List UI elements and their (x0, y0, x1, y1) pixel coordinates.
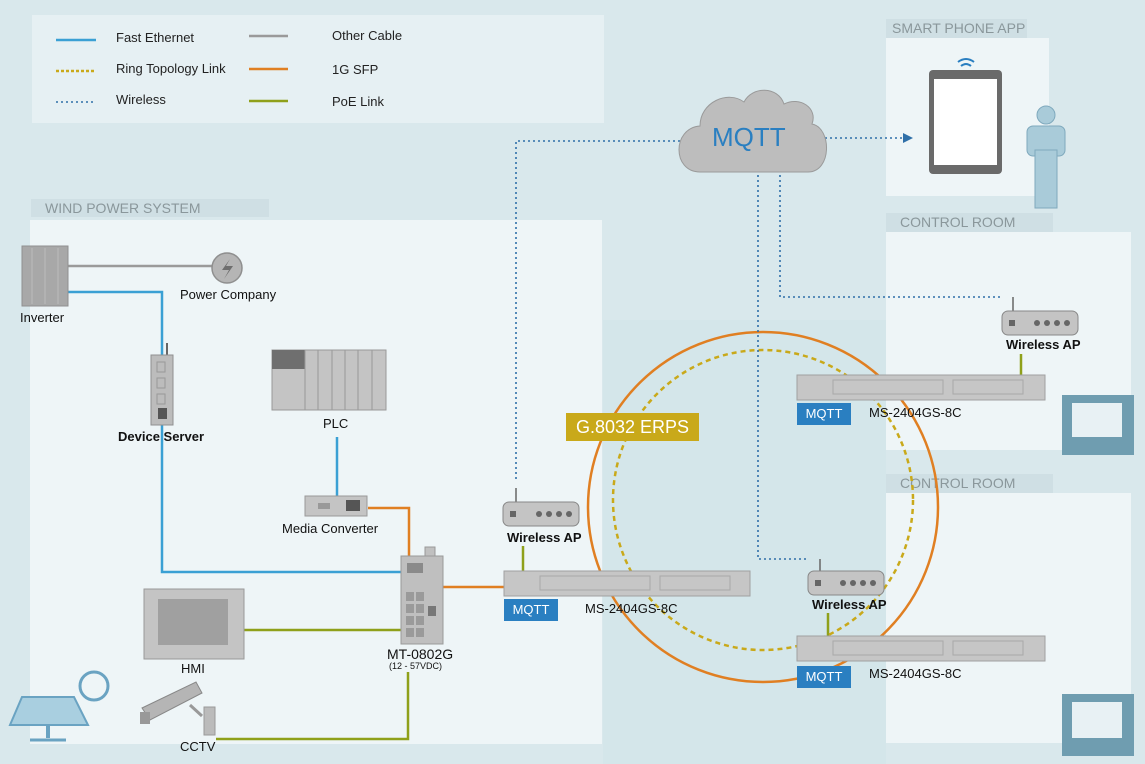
wireless-ap-1-label: Wireless AP (507, 530, 582, 545)
mqtt-badge-2: MQTT (797, 403, 851, 425)
legend-fast-ethernet: Fast Ethernet (116, 30, 195, 45)
ms-switch-3-label: MS-2404GS-8C (869, 666, 962, 681)
ms-switch-3-icon (796, 635, 1046, 662)
lightning-icon (211, 252, 243, 284)
legend-1g-sfp: 1G SFP (332, 62, 379, 77)
hmi-label: HMI (181, 661, 205, 676)
legend-other-cable: Other Cable (332, 28, 403, 43)
mt-0802g-switch-icon (400, 546, 444, 645)
inverter-label: Inverter (20, 310, 65, 325)
network-diagram (8, 34, 1134, 764)
link-cctv-mt (216, 672, 410, 741)
plc-label: PLC (323, 416, 349, 431)
erps-label: G.8032 ERPS (566, 413, 700, 441)
control-room-2-icon (1062, 694, 1134, 756)
cctv-icon (140, 681, 216, 736)
hmi-icon (143, 588, 245, 660)
media-converter-icon (304, 495, 368, 517)
media-converter-label: Media Converter (282, 521, 379, 536)
mqtt-badge-3: MQTT (797, 666, 851, 688)
mqtt-badge-1: MQTT (504, 599, 558, 621)
device-server-label: Device Server (118, 429, 205, 444)
mqtt-cloud-label: MQTT (712, 122, 786, 152)
ms-switch-2-label: MS-2404GS-8C (869, 405, 962, 420)
legend-poe: PoE Link (332, 94, 385, 109)
arrow-icon (903, 133, 913, 143)
person-icon (1026, 105, 1066, 209)
ms-switch-1-label: MS-2404GS-8C (585, 601, 678, 616)
wireless-cloud-ap2 (779, 175, 1000, 298)
power-company-label: Power Company (180, 287, 277, 302)
wireless-ap-3-label: Wireless AP (812, 597, 887, 612)
inverter-icon (21, 245, 69, 307)
ms-switch-1-icon (503, 570, 751, 597)
ms-switch-2-icon (796, 374, 1046, 401)
legend-ring-topology: Ring Topology Link (116, 61, 226, 76)
cctv-label: CCTV (180, 739, 216, 754)
wireless-ap-2-icon (1001, 297, 1079, 336)
wireless-ap-1-icon (502, 488, 580, 527)
legend-wireless: Wireless (116, 92, 166, 107)
device-server-icon (150, 343, 174, 426)
plc-icon (271, 349, 387, 411)
control-room-1-icon (1062, 395, 1134, 455)
solar-panel-icon (8, 670, 110, 742)
mt-switch-label: MT-0802G (387, 646, 454, 662)
mt-switch-power-label: (12 - 57VDC) (389, 661, 443, 671)
tablet-icon (929, 58, 1002, 174)
wireless-ap-2-label: Wireless AP (1006, 337, 1081, 352)
